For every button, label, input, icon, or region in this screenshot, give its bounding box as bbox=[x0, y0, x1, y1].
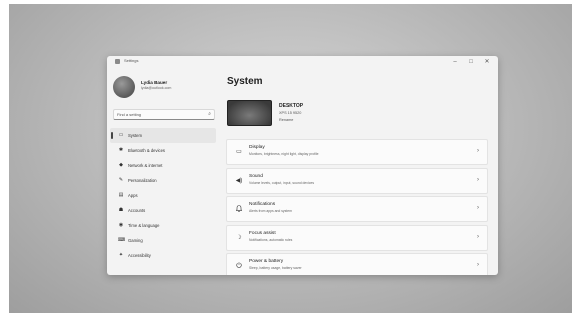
chevron-right-icon: › bbox=[477, 262, 479, 268]
settings-app-icon bbox=[115, 59, 120, 64]
sidebar-item-time-language[interactable]: ◉ Time & language bbox=[110, 218, 216, 233]
sidebar-item-label: Bluetooth & devices bbox=[128, 147, 166, 153]
card-title: Focus assist bbox=[249, 230, 276, 236]
chevron-right-icon: › bbox=[477, 233, 479, 240]
sidebar-item-label: Network & internet bbox=[128, 162, 163, 168]
device-wallpaper-thumbnail bbox=[227, 100, 272, 126]
chevron-right-icon: › bbox=[477, 176, 479, 183]
user-email: lydia@outlook.com bbox=[141, 86, 172, 90]
device-model: XPS 15 9520 bbox=[279, 111, 302, 115]
sidebar-item-label: Accessibility bbox=[128, 252, 151, 258]
sidebar-nav: ▭ System ✱ Bluetooth & devices ◆ Network… bbox=[110, 128, 216, 263]
sidebar-item-label: Apps bbox=[128, 192, 138, 198]
user-name: Lydia Bauer bbox=[141, 80, 168, 85]
card-notifications[interactable]: Notifications Alerts from apps and syste… bbox=[226, 196, 488, 222]
bluetooth-icon: ✱ bbox=[118, 147, 124, 153]
globe-icon: ◉ bbox=[118, 222, 124, 228]
chevron-right-icon: › bbox=[477, 205, 479, 211]
rename-link[interactable]: Rename bbox=[279, 118, 293, 122]
bell-icon bbox=[235, 205, 243, 214]
title-bar: Settings – □ ✕ bbox=[107, 56, 498, 68]
accessibility-icon: ✦ bbox=[118, 252, 124, 258]
minimize-button[interactable]: – bbox=[448, 57, 462, 67]
search-placeholder: Find a setting bbox=[117, 111, 142, 117]
card-description: Notifications, automatic rules bbox=[249, 237, 293, 242]
sidebar-item-accessibility[interactable]: ✦ Accessibility bbox=[110, 248, 216, 263]
search-input[interactable]: Find a setting ⌕ bbox=[113, 109, 215, 120]
card-description: Sleep, battery usage, battery saver bbox=[249, 266, 302, 270]
settings-card-list: ▭ Display Monitors, brightness, night li… bbox=[226, 139, 488, 275]
page-title: System bbox=[227, 76, 263, 87]
monitor-icon: ▭ bbox=[118, 132, 124, 138]
brush-icon: ✎ bbox=[118, 177, 124, 183]
chevron-right-icon: › bbox=[477, 148, 479, 154]
sidebar-item-label: Personalization bbox=[128, 177, 157, 183]
user-profile[interactable]: Lydia Bauer lydia@outlook.com bbox=[113, 76, 213, 102]
sidebar-item-personalization[interactable]: ✎ Personalization bbox=[110, 173, 216, 188]
sidebar-item-label: System bbox=[128, 132, 142, 138]
card-description: Volume levels, output, input, sound devi… bbox=[249, 180, 315, 185]
sidebar-item-label: Gaming bbox=[128, 237, 143, 243]
settings-window: Settings – □ ✕ Lydia Bauer lydia@outlook… bbox=[107, 56, 498, 275]
card-description: Monitors, brightness, night light, displ… bbox=[249, 152, 319, 156]
gamepad-icon: ⌨ bbox=[118, 237, 126, 243]
display-icon: ▭ bbox=[236, 149, 242, 155]
card-title: Power & battery bbox=[249, 259, 284, 264]
avatar bbox=[113, 76, 135, 98]
card-title: Sound bbox=[249, 173, 263, 179]
card-description: Alerts from apps and system bbox=[249, 209, 292, 213]
maximize-button[interactable]: □ bbox=[464, 57, 478, 67]
search-icon: ⌕ bbox=[208, 111, 211, 117]
card-power-battery[interactable]: Power & battery Sleep, battery usage, ba… bbox=[226, 253, 488, 275]
card-focus-assist[interactable]: ☽ Focus assist Notifications, automatic … bbox=[226, 224, 488, 251]
power-icon bbox=[235, 262, 243, 270]
card-sound[interactable]: ◀) Sound Volume levels, output, input, s… bbox=[226, 167, 488, 194]
sidebar-item-gaming[interactable]: ⌨ Gaming bbox=[110, 233, 216, 248]
sidebar-item-apps[interactable]: ▤ Apps bbox=[110, 188, 216, 203]
sidebar-item-accounts[interactable]: ☗ Accounts bbox=[110, 203, 216, 218]
device-name: DESKTOP bbox=[279, 103, 304, 109]
apps-icon: ▤ bbox=[118, 192, 124, 198]
close-button[interactable]: ✕ bbox=[480, 57, 494, 67]
card-display[interactable]: ▭ Display Monitors, brightness, night li… bbox=[226, 139, 488, 165]
sidebar-item-bluetooth[interactable]: ✱ Bluetooth & devices bbox=[110, 143, 216, 158]
window-title: Settings bbox=[124, 58, 139, 63]
sidebar-item-label: Time & language bbox=[128, 222, 160, 228]
moon-icon: ☽ bbox=[236, 234, 242, 241]
speaker-icon: ◀) bbox=[235, 177, 243, 184]
card-title: Display bbox=[249, 145, 265, 150]
device-info: DESKTOP XPS 15 9520 Rename bbox=[227, 100, 427, 128]
sidebar-item-network[interactable]: ◆ Network & internet bbox=[110, 158, 216, 173]
card-title: Notifications bbox=[249, 202, 276, 207]
screen-background: Settings – □ ✕ Lydia Bauer lydia@outlook… bbox=[9, 4, 572, 313]
person-icon: ☗ bbox=[118, 207, 124, 213]
sidebar-item-label: Accounts bbox=[128, 207, 146, 213]
sidebar-item-system[interactable]: ▭ System bbox=[110, 128, 216, 143]
wifi-icon: ◆ bbox=[119, 162, 123, 168]
